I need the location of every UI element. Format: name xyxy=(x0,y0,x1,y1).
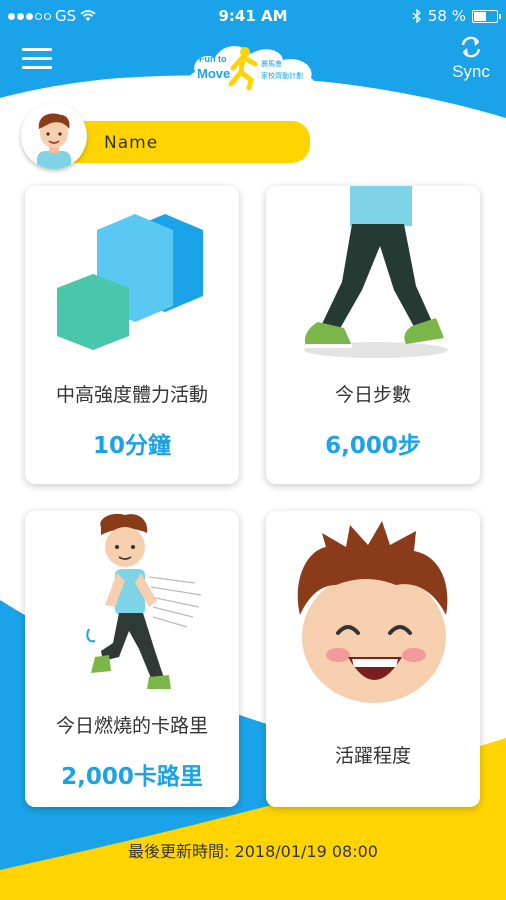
card-label: 今日步數 xyxy=(334,384,411,406)
happy-face-icon xyxy=(297,521,448,703)
last-updated-text: 最後更新時間: 2018/01/19 08:00 xyxy=(128,842,378,861)
card-value: 6,000步 xyxy=(325,433,421,459)
menu-button[interactable] xyxy=(22,48,52,72)
running-boy-icon xyxy=(86,513,202,689)
hamburger-menu-icon xyxy=(22,48,52,51)
app-logo: Fun to Move 賽馬會 家校齊動計劃 xyxy=(188,46,315,91)
card-activity-level[interactable]: 活躍程度 xyxy=(266,511,480,807)
logo-fun-text: Fun to xyxy=(199,54,227,64)
card-calories[interactable]: 今日燃燒的卡路里 2,000卡路里 xyxy=(25,511,239,807)
sync-label: Sync xyxy=(452,62,490,81)
sync-button[interactable]: Sync xyxy=(446,36,496,84)
card-label: 今日燃燒的卡路里 xyxy=(55,715,208,737)
card-label: 活躍程度 xyxy=(334,745,411,767)
card-mvpa[interactable]: 中高強度體力活動 10分鐘 xyxy=(25,186,239,484)
card-value: 10分鐘 xyxy=(92,433,171,459)
status-bar: GS 9:41 AM 58 % xyxy=(0,0,506,32)
avatar[interactable] xyxy=(21,103,87,169)
walking-legs-icon xyxy=(304,186,448,358)
logo-program-text: 家校齊動計劃 xyxy=(261,71,303,80)
profile-name: Name xyxy=(104,133,159,153)
logo-move-text: Move xyxy=(197,66,230,81)
battery-icon xyxy=(472,9,501,23)
profile-name-bar[interactable]: Name xyxy=(70,121,310,163)
refresh-icon xyxy=(461,36,481,58)
status-right: 58 % xyxy=(412,7,501,25)
battery-percent: 58 % xyxy=(427,7,466,25)
boy-avatar-icon xyxy=(37,113,71,169)
logo-org-text: 賽馬會 xyxy=(261,59,282,68)
card-value: 2,000卡路里 xyxy=(61,764,203,790)
card-steps[interactable]: 今日步數 6,000步 xyxy=(266,186,480,484)
bluetooth-icon xyxy=(412,9,421,23)
card-label: 中高強度體力活動 xyxy=(55,384,208,406)
hexagon-blocks-icon xyxy=(57,214,203,350)
